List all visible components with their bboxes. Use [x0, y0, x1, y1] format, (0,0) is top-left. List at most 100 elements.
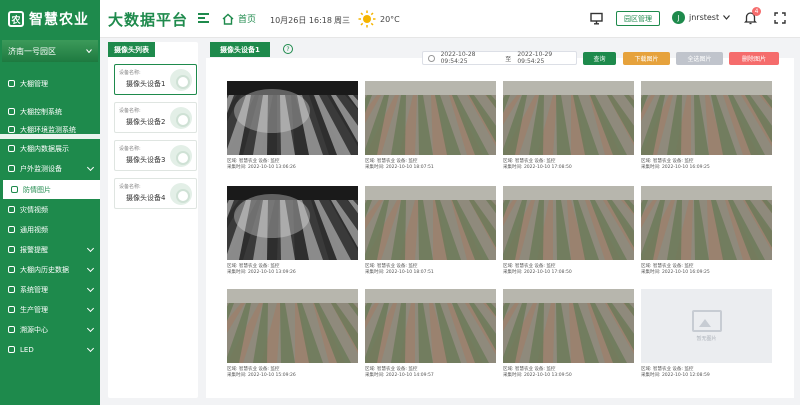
chevron-down-icon	[86, 324, 95, 333]
image-capture-time: 采集时间: 2022-10-10 16:09:25	[641, 165, 710, 170]
camera-card[interactable]: 设备名称: 摄像头设备3	[114, 140, 197, 171]
image-capture-time: 采集时间: 2022-10-10 13:09:26	[227, 270, 296, 275]
menu-toggle-icon[interactable]	[198, 13, 209, 23]
image-capture-time: 采集时间: 2022-10-10 13:09:50	[503, 373, 572, 378]
help-icon[interactable]: ?	[283, 44, 293, 54]
area-selector[interactable]: 济南一号园区	[2, 40, 98, 62]
date-range-picker[interactable]: 2022-10-28 09:54:25 至 2022-10-29 09:54:2…	[422, 51, 577, 65]
camera-snapshot[interactable]	[227, 81, 358, 155]
camera-name: 摄像头设备2	[126, 118, 166, 126]
camera-snapshot[interactable]	[641, 186, 772, 260]
clock-icon	[428, 54, 435, 62]
sidebar-item-label: 户外监测设备	[20, 164, 62, 173]
camera-card[interactable]: 设备名称: 摄像头设备4	[114, 178, 197, 209]
image-capture-time: 采集时间: 2022-10-10 13:06:26	[227, 165, 296, 170]
query-button[interactable]: 查询	[583, 52, 616, 65]
camera-snapshot[interactable]	[365, 186, 496, 260]
sidebar-item-0[interactable]: 大棚管理	[0, 74, 100, 93]
image-tile[interactable]: 区域: 智慧农业 设备: 监控 采集时间: 2022-10-10 13:06:26	[227, 81, 358, 170]
date-separator: 至	[505, 55, 512, 63]
logo-mark-icon: 农	[8, 11, 24, 27]
image-tile[interactable]: 区域: 智慧农业 设备: 监控 采集时间: 2022-10-10 17:08:50	[503, 186, 634, 275]
image-tile[interactable]: 暂无图片 区域: 智慧农业 设备: 监控 采集时间: 2022-10-10 12:0…	[641, 289, 772, 378]
image-tile[interactable]: 区域: 智慧农业 设备: 监控 采集时间: 2022-10-10 18:07:51	[365, 186, 496, 275]
sidebar-item-12[interactable]: 溯源中心	[0, 320, 100, 339]
camera-snapshot[interactable]	[503, 81, 634, 155]
sidebar-item-5[interactable]: 防情图片	[0, 180, 100, 199]
chevron-down-icon	[86, 49, 92, 53]
camera-snapshot[interactable]	[365, 81, 496, 155]
chevron-down-icon	[723, 15, 731, 20]
image-placeholder-icon	[691, 310, 722, 332]
image-tile[interactable]: 区域: 智慧农业 设备: 监控 采集时间: 2022-10-10 16:09:25	[641, 186, 772, 275]
image-capture-time: 采集时间: 2022-10-10 18:07:51	[365, 270, 434, 275]
image-tile[interactable]: 区域: 智慧农业 设备: 监控 采集时间: 2022-10-10 15:09:26	[227, 289, 358, 378]
chevron-down-icon	[86, 284, 95, 293]
platform-title: 大数据平台	[108, 11, 189, 29]
temperature: 20°C	[380, 15, 400, 24]
camera-card[interactable]: 设备名称: 摄像头设备1	[114, 64, 197, 95]
image-tile[interactable]: 区域: 智慧农业 设备: 监控 采集时间: 2022-10-10 14:09:57	[365, 289, 496, 378]
sidebar-item-13[interactable]: LED	[0, 340, 100, 359]
camera-list-title: 摄像头列表	[108, 42, 155, 57]
sidebar-item-4[interactable]: 户外监测设备	[0, 159, 100, 178]
sidebar-item-6[interactable]: 灾情视频	[0, 200, 100, 219]
avatar: J	[672, 11, 685, 24]
no-image-placeholder: 暂无图片	[641, 289, 772, 363]
sidebar-item-label: 报警提醒	[20, 245, 48, 254]
image-tile[interactable]: 区域: 智慧农业 设备: 监控 采集时间: 2022-10-10 13:09:50	[503, 289, 634, 378]
sidebar-item-10[interactable]: 系统管理	[0, 280, 100, 299]
image-tile[interactable]: 区域: 智慧农业 设备: 监控 采集时间: 2022-10-10 16:09:25	[641, 81, 772, 170]
sidebar-item-label: 大棚内历史数据	[20, 265, 69, 274]
sidebar-item-label: 大棚环境监测系统	[20, 125, 76, 134]
sidebar-item-9[interactable]: 大棚内历史数据	[0, 260, 100, 279]
camera-name: 摄像头设备3	[126, 156, 166, 164]
camera-card[interactable]: 设备名称: 摄像头设备2	[114, 102, 197, 133]
sidebar-item-8[interactable]: 报警提醒	[0, 240, 100, 259]
control-icon	[8, 108, 15, 115]
video-icon	[8, 206, 15, 213]
camera-snapshot[interactable]	[641, 81, 772, 155]
image-tile[interactable]: 区域: 智慧农业 设备: 监控 采集时间: 2022-10-10 17:08:50	[503, 81, 634, 170]
camera-snapshot[interactable]	[503, 289, 634, 363]
logo-text: 智慧农业	[29, 12, 89, 28]
history-icon	[8, 266, 15, 273]
camera-snapshot[interactable]	[365, 289, 496, 363]
monitor-icon	[8, 126, 15, 133]
camera-name-label: 设备名称:	[119, 70, 141, 76]
image-capture-time: 采集时间: 2022-10-10 17:08:50	[503, 165, 572, 170]
sidebar-item-label: 系统管理	[20, 285, 48, 294]
camera-snapshot[interactable]	[503, 186, 634, 260]
chevron-down-icon	[86, 163, 95, 172]
image-icon	[11, 186, 18, 193]
sidebar-item-7[interactable]: 通用视频	[0, 220, 100, 239]
camera-snapshot[interactable]	[227, 289, 358, 363]
chevron-down-icon	[86, 264, 95, 273]
date-to: 2022-10-29 09:54:25	[517, 51, 553, 65]
chevron-down-icon	[86, 304, 95, 313]
camera-name: 摄像头设备1	[126, 80, 166, 88]
notification-badge: 4	[752, 7, 761, 16]
image-tile[interactable]: 区域: 智慧农业 设备: 监控 采集时间: 2022-10-10 18:07:51	[365, 81, 496, 170]
camera-name-label: 设备名称:	[119, 108, 141, 114]
garden-management-button[interactable]: 园区管理	[616, 11, 660, 26]
camera-snapshot[interactable]	[227, 186, 358, 260]
sidebar-item-11[interactable]: 生产管理	[0, 300, 100, 319]
outdoor-icon	[8, 165, 15, 172]
fullscreen-icon[interactable]	[774, 12, 786, 24]
select-all-images-button[interactable]: 全选图片	[676, 52, 723, 65]
home-link[interactable]: 首页	[222, 12, 256, 25]
home-icon	[222, 13, 234, 25]
greenhouse-icon	[8, 80, 15, 87]
user-menu[interactable]: J jnrstest	[672, 11, 731, 24]
image-tile[interactable]: 区域: 智慧农业 设备: 监控 采集时间: 2022-10-10 13:09:26	[227, 186, 358, 275]
date-from: 2022-10-28 09:54:25	[440, 51, 476, 65]
delete-images-button[interactable]: 删除图片	[729, 52, 779, 65]
camera-name: 摄像头设备4	[126, 194, 166, 202]
sidebar-item-1[interactable]: 大棚控制系统	[0, 102, 100, 121]
sidebar-item-3[interactable]: 大棚内数据展示	[0, 139, 100, 158]
camera-list-panel: 摄像头列表 设备名称: 摄像头设备1 设备名称: 摄像头设备2 设备名称: 摄像头设备3 设…	[108, 42, 198, 398]
monitor-icon[interactable]	[590, 12, 603, 25]
download-images-button[interactable]: 下载图片	[623, 52, 670, 65]
tab-camera-device[interactable]: 摄像头设备1	[210, 42, 270, 57]
